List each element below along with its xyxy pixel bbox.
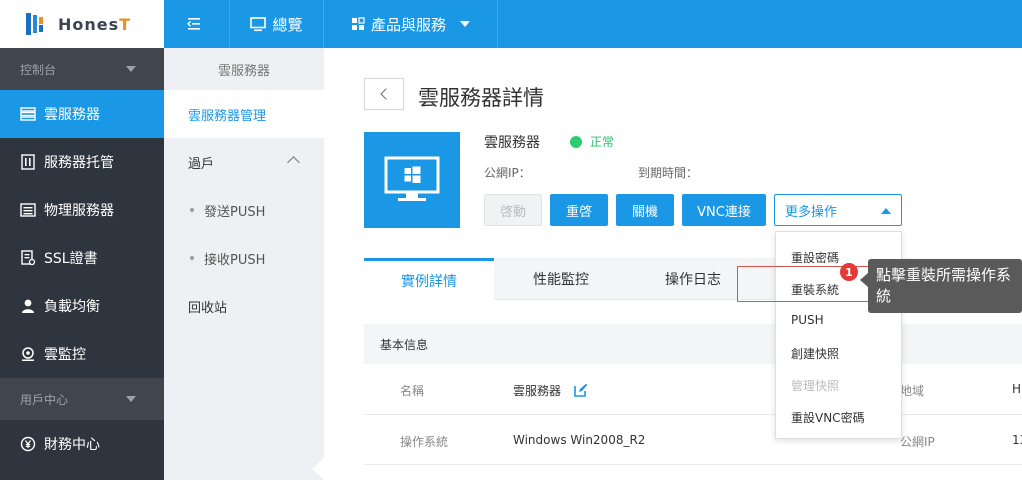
name-label: 名稱 [400,384,425,398]
grid-icon [351,17,365,30]
sidebar-item-label: 物理服務器 [44,203,114,219]
server-name: 雲服務器 [484,135,540,151]
name-value: 雲服務器 [513,384,562,398]
brand-logo[interactable]: HonesT [0,0,164,48]
menu-item-create-snapshot[interactable]: 創建快照 [791,345,839,362]
vnc-connect-button[interactable]: VNC連接 [682,194,766,226]
sub-item-transfer[interactable]: 過戶 [164,138,324,186]
sidebar-item-physical-server[interactable]: 物理服務器 [0,186,164,234]
chevron-down-icon [460,21,470,27]
bullet-icon [190,256,194,260]
sidebar-item-load-balance[interactable]: 負載均衡 [0,282,164,330]
load-balance-icon [20,298,36,314]
sidebar-item-label: 財務中心 [44,437,100,453]
sidebar-item-label: 雲監控 [44,347,86,363]
annotation-text: 點擊重裝所需操作系統 [876,266,1012,305]
collapse-menu-icon [186,18,200,30]
step-number-badge: 1 [840,263,858,281]
chevron-up-icon [287,156,300,169]
page-title: 雲服務器詳情 [418,86,544,110]
annotation-tooltip: 點擊重裝所需操作系統 [860,259,1022,313]
sidebar-item-ssl[interactable]: SSL證書 [0,234,164,282]
sidebar-item-cloud-monitor[interactable]: 雲監控 [0,330,164,378]
region-label: 地域 [900,384,925,398]
tooltip-arrow [860,273,868,287]
main-sidebar: 控制台 雲服務器 服務器托管 物理服務器 SSL證書 負載均衡 雲監控 用戶中心… [0,48,164,480]
sidebar-item-label: SSL證書 [44,251,98,267]
start-button[interactable]: 啓動 [484,194,542,226]
shutdown-button[interactable]: 關機 [616,194,674,226]
edit-icon[interactable] [574,383,588,397]
sidebar-group-label: 控制台 [20,62,57,77]
overview-label: 總覽 [272,15,303,34]
sidebar-item-finance[interactable]: 財務中心 [0,420,164,468]
restart-button[interactable]: 重啓 [550,194,608,226]
status-text: 正常 [590,135,615,149]
logo-mark-icon [26,13,50,35]
more-actions-button[interactable]: 更多操作 [774,194,902,226]
server-list-icon [20,106,36,122]
menu-item-reset-vnc-password[interactable]: 重設VNC密碼 [791,409,865,426]
monitor-icon [20,346,36,362]
back-button[interactable] [364,78,404,110]
chevron-down-icon [126,66,136,72]
more-actions-label: 更多操作 [785,204,838,220]
rack-icon [20,154,36,170]
sub-item-label: 接收PUSH [204,252,266,268]
public-ip-label: 公網IP： [484,166,531,180]
sidebar-item-label: 服務器托管 [44,155,114,171]
collapse-menu-button[interactable] [164,0,230,48]
sub-item-recycle-bin[interactable]: 回收站 [164,282,324,330]
sidebar-group-console[interactable]: 控制台 [0,48,164,90]
physical-server-icon [20,202,36,218]
sidebar-item-cloud-server[interactable]: 雲服務器 [0,90,164,138]
sidebar-group-label: 用戶中心 [20,392,69,407]
os-label: 操作系統 [400,435,449,449]
overview-nav[interactable]: 總覽 [230,0,324,48]
region-value: H [1012,382,1022,396]
public-ip-row-label: 公網IP [900,435,935,449]
menu-item-manage-snapshot: 管理快照 [791,379,840,393]
chevron-up-icon [881,208,891,214]
sidebar-group-user-center[interactable]: 用戶中心 [0,378,164,420]
sidebar-item-label: 雲服務器 [44,107,100,123]
sidebar-item-hosting[interactable]: 服務器托管 [0,138,164,186]
row-divider [364,464,1022,465]
sub-item-server-management[interactable]: 雲服務器管理 [164,90,324,138]
expire-time-label: 到期時間： [638,166,699,180]
section-basic-info: 基本信息 [364,324,1022,364]
sidebar-item-label: 負載均衡 [44,299,100,315]
sub-sidebar-title: 雲服務器 [217,63,270,79]
tab-instance-detail[interactable]: 實例詳情 [364,258,494,301]
sub-item-label: 發送PUSH [204,204,266,220]
menu-item-reset-password[interactable]: 重設密碼 [791,249,839,266]
os-value: Windows Win2008_R2 [513,433,646,447]
sub-item-label: 過戶 [188,156,215,172]
products-services-label: 產品與服務 [370,15,446,34]
sub-item-send-push[interactable]: 發送PUSH [164,186,324,234]
chevron-down-icon [126,396,136,402]
windows-monitor-icon [384,156,440,201]
sub-sidebar: 雲服務器 雲服務器管理 過戶 發送PUSH 接收PUSH 回收站 [164,48,324,480]
certificate-icon [20,250,36,266]
bullet-icon [190,208,194,212]
monitor-icon [250,16,267,31]
top-navigation-bar: HonesT 總覽 產品與服務 [0,0,1022,48]
brand-name: HonesT [58,14,132,34]
chevron-left-icon [380,88,392,100]
sub-item-receive-push[interactable]: 接收PUSH [164,234,324,282]
status-dot-icon [570,135,582,148]
products-services-dropdown[interactable]: 產品與服務 [324,0,498,48]
row-divider [364,414,1022,415]
sidebar-notch [312,458,324,480]
yen-icon [20,436,36,452]
server-thumbnail [364,132,460,228]
status-badge: 正常 [570,133,614,150]
public-ip-row-value: 13 [1012,433,1022,447]
tab-performance[interactable]: 性能監控 [494,258,628,300]
menu-item-push[interactable]: PUSH [791,313,824,327]
